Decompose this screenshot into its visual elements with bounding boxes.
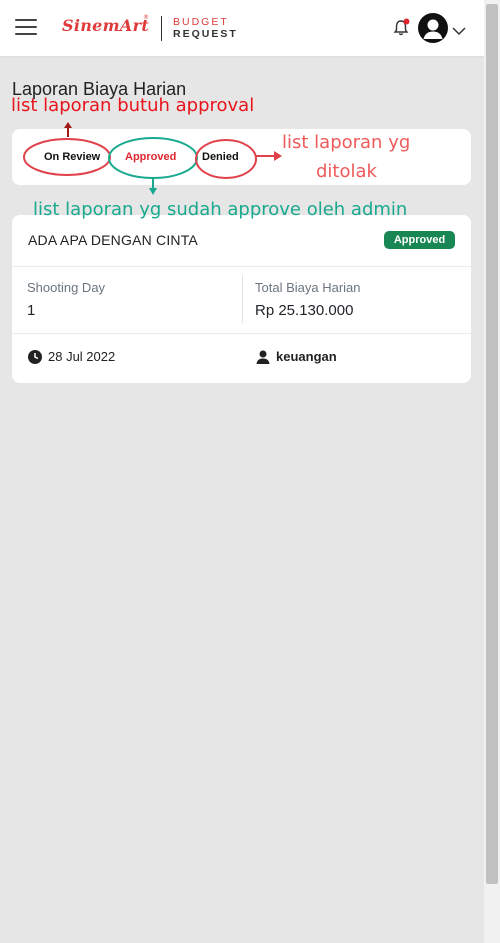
notification-dot xyxy=(403,18,410,25)
logo-divider xyxy=(161,16,162,41)
status-badge: Approved xyxy=(384,231,455,249)
bell-icon[interactable] xyxy=(392,18,410,38)
report-title: ADA APA DENGAN CINTA xyxy=(28,232,198,248)
logo-line-request: REQUEST xyxy=(173,28,238,40)
shooting-day-label: Shooting Day xyxy=(27,280,106,295)
shooting-day-value: 1 xyxy=(27,302,36,319)
annotation-approved: list laporan yg sudah approve oleh admin xyxy=(33,199,408,220)
logo-brand: SinemArt xyxy=(62,16,150,35)
annotation-review: list laporan butuh approval xyxy=(11,95,255,116)
user-icon xyxy=(256,349,270,364)
annotation-denied-line2: ditolak xyxy=(316,161,377,182)
annotation-denied-line1: list laporan yg xyxy=(282,132,411,153)
scrollbar-thumb[interactable] xyxy=(486,4,498,884)
tab-on-review[interactable]: On Review xyxy=(44,151,100,163)
clock-icon xyxy=(28,349,42,364)
tab-denied[interactable]: Denied xyxy=(202,151,239,163)
user-avatar-icon[interactable] xyxy=(418,13,448,43)
total-biaya-value: Rp 25.130.000 xyxy=(255,302,354,319)
menu-icon[interactable] xyxy=(15,17,37,37)
report-user: keuangan xyxy=(276,349,337,364)
card-divider xyxy=(12,333,471,334)
app-header: SinemArt ® BUDGET REQUEST xyxy=(0,0,484,56)
total-biaya-label: Total Biaya Harian xyxy=(255,280,361,295)
column-divider xyxy=(242,275,243,323)
logo-line-budget: BUDGET xyxy=(173,16,229,28)
tab-approved[interactable]: Approved xyxy=(125,151,176,163)
report-date: 28 Jul 2022 xyxy=(48,349,116,364)
card-divider xyxy=(12,266,471,267)
logo-registered-mark: ® xyxy=(143,14,149,21)
chevron-down-icon[interactable] xyxy=(452,21,466,36)
